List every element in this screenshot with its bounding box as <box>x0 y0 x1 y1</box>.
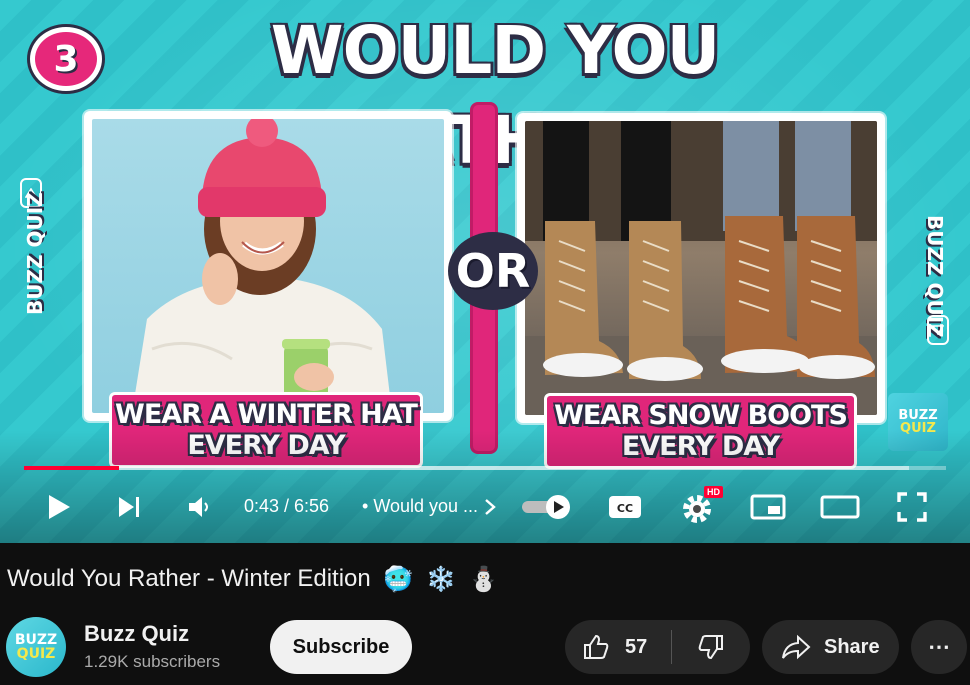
like-count: 57 <box>625 635 648 658</box>
thumbs-up-icon <box>584 634 609 659</box>
svg-text:CC: CC <box>617 502 633 515</box>
more-actions-button[interactable]: ⋯ <box>911 620 967 674</box>
side-brand-left: BUZZ QUIZ <box>23 192 47 315</box>
question-number-badge: 3 <box>30 27 102 91</box>
fullscreen-button[interactable] <box>893 489 931 525</box>
share-arrow-icon <box>782 634 811 660</box>
winter-hat-photo <box>92 119 444 413</box>
snowman-emoji: ⛄ <box>468 566 499 594</box>
dislike-button[interactable] <box>672 620 750 674</box>
option-right-card <box>517 113 885 423</box>
avatar-line2: QUIZ <box>16 646 56 662</box>
video-title: Would You Rather - Winter Edition 🥶 ❄️ ⛄ <box>7 565 498 594</box>
autoplay-toggle-icon <box>522 495 570 519</box>
controls-gradient <box>0 430 970 543</box>
channel-avatar[interactable]: BUZZ QUIZ <box>6 617 66 677</box>
theater-mode-button[interactable] <box>818 490 862 524</box>
share-button[interactable]: Share <box>762 620 899 674</box>
option-left-card <box>84 111 452 421</box>
progress-buffered <box>24 466 910 470</box>
time-display: 0:43 / 6:56 <box>244 496 330 516</box>
avatar-line1: BUZZ <box>14 632 58 648</box>
captions-button[interactable]: CC <box>605 491 645 523</box>
chapter-title-text: Would you ... <box>373 496 479 516</box>
settings-button[interactable]: HD <box>676 486 723 527</box>
like-dislike-group: 57 <box>565 620 750 674</box>
chevron-right-icon <box>485 499 496 515</box>
like-button[interactable]: 57 <box>565 620 671 674</box>
side-brand-right: BUZZ QUIZ <box>923 215 947 338</box>
chapter-bullet: • <box>362 496 369 516</box>
subscribe-button[interactable]: Subscribe <box>270 620 412 674</box>
chapter-title[interactable]: • Would you ... <box>362 496 478 517</box>
snow-boots-photo <box>525 121 877 415</box>
video-banner-title: WOULD YOU RATHER <box>270 12 720 179</box>
thumbs-down-icon <box>698 635 723 660</box>
volume-button[interactable] <box>180 488 218 526</box>
down-arrow-icon <box>927 315 949 345</box>
miniplayer-icon <box>750 494 786 520</box>
cold-face-emoji: 🥶 <box>383 566 414 594</box>
play-icon <box>49 495 70 519</box>
miniplayer-button[interactable] <box>748 490 788 524</box>
subscriber-count: 1.29K subscribers <box>84 652 221 671</box>
progress-bar[interactable] <box>24 466 946 470</box>
or-label: OR <box>455 244 531 298</box>
play-button[interactable] <box>40 488 78 526</box>
next-button[interactable] <box>110 488 148 526</box>
volume-icon <box>189 497 208 517</box>
snowflake-emoji: ❄️ <box>425 566 456 594</box>
or-badge: OR <box>448 232 538 310</box>
autoplay-toggle[interactable] <box>520 492 574 522</box>
hd-badge: HD <box>704 486 723 498</box>
captions-icon: CC <box>609 496 641 518</box>
more-dots-icon: ⋯ <box>928 634 950 659</box>
chapter-chevron[interactable] <box>480 494 500 520</box>
video-title-text: Would You Rather - Winter Edition <box>7 565 371 592</box>
video-player[interactable]: WOULD YOU RATHER 3 BUZZ QUIZ BUZZ QUIZ <box>0 0 970 543</box>
fullscreen-icon <box>897 492 927 522</box>
progress-played <box>24 466 120 470</box>
next-icon <box>119 497 139 517</box>
theater-mode-icon <box>820 495 860 519</box>
channel-name[interactable]: Buzz Quiz <box>84 621 189 647</box>
share-label: Share <box>824 635 880 658</box>
